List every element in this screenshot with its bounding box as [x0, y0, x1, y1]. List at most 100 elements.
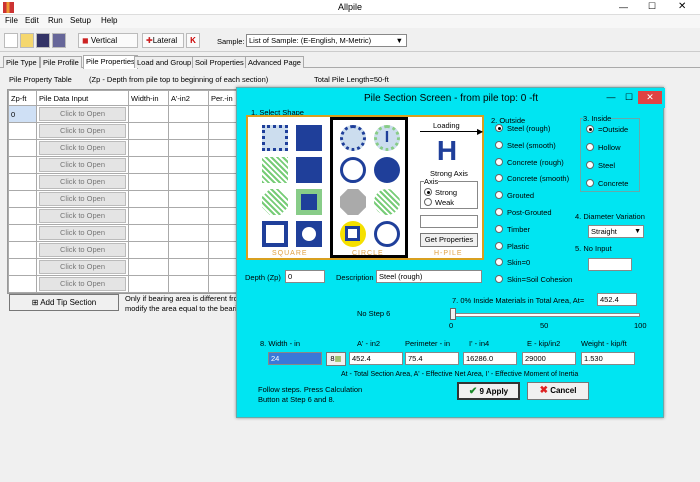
zp-cell[interactable] [8, 275, 37, 293]
table-cell[interactable] [168, 190, 209, 208]
circle-dotted-shape[interactable] [340, 125, 366, 151]
dialog-minimize-button[interactable]: — [602, 91, 620, 104]
inside-radio[interactable] [586, 161, 594, 169]
menu-run[interactable]: Run [48, 16, 63, 25]
table-cell[interactable] [168, 207, 209, 225]
outside-radio[interactable] [495, 241, 503, 250]
square-hollow-shape[interactable] [262, 221, 288, 247]
outside-radio[interactable] [495, 208, 503, 216]
outside-radio[interactable] [495, 140, 503, 149]
table-cell[interactable] [128, 241, 169, 259]
weak-radio[interactable] [424, 198, 432, 206]
table-cell[interactable] [128, 275, 169, 293]
inside-radio[interactable] [586, 125, 594, 133]
table-cell[interactable] [168, 173, 209, 191]
table-cell[interactable] [128, 122, 169, 140]
zp-cell[interactable] [8, 173, 37, 191]
print-icon[interactable] [52, 33, 66, 48]
zp-cell[interactable] [8, 139, 37, 157]
area-input[interactable]: 452.4 [349, 352, 403, 365]
description-input[interactable]: Steel (rough) [376, 270, 482, 283]
minimize-button[interactable]: — [619, 2, 628, 12]
add-tip-section-button[interactable]: ⊞ Add Tip Section [9, 294, 119, 311]
square-solid-2-shape[interactable] [296, 157, 322, 183]
open-icon[interactable] [20, 33, 34, 48]
close-button[interactable]: ✕ [678, 1, 686, 12]
circle-hatched-shape[interactable] [374, 189, 400, 215]
outside-radio[interactable] [495, 275, 503, 284]
maximize-button[interactable]: ☐ [648, 1, 656, 12]
modulus-input[interactable]: 29000 [522, 352, 576, 365]
square-circle-hole-shape[interactable] [296, 221, 322, 247]
depth-input[interactable]: 0 [285, 270, 325, 283]
circle-solid-shape[interactable] [374, 157, 400, 183]
click-to-open-button[interactable]: Click to Open [39, 260, 126, 274]
cancel-button[interactable]: ✖ Cancel [527, 382, 589, 400]
tab-load-and-group[interactable]: Load and Group [134, 56, 195, 68]
outside-radio[interactable] [495, 258, 503, 267]
zp-cell[interactable] [8, 258, 37, 276]
new-icon[interactable] [4, 33, 18, 48]
outside-radio[interactable] [495, 224, 503, 233]
square-hollow-hatched-shape[interactable] [296, 189, 322, 215]
tab-soil-properties[interactable]: Soil Properties [192, 56, 247, 68]
zp-cell[interactable] [8, 207, 37, 225]
click-to-open-button[interactable]: Click to Open [39, 175, 126, 189]
table-cell[interactable] [168, 105, 209, 123]
circle-i-section-shape[interactable]: I [374, 125, 400, 151]
table-cell[interactable] [128, 156, 169, 174]
octagon-hatched-shape[interactable] [262, 189, 288, 215]
table-cell[interactable] [128, 139, 169, 157]
outside-radio[interactable] [495, 124, 503, 132]
lateral-button[interactable]: ✚Lateral [142, 33, 184, 48]
square-solid-shape[interactable] [296, 125, 322, 151]
menu-file[interactable]: File [5, 16, 18, 25]
circle-hollow-2-shape[interactable] [374, 221, 400, 247]
click-to-open-button[interactable]: Click to Open [39, 243, 126, 257]
click-to-open-button[interactable]: Click to Open [39, 141, 126, 155]
inside-material-slider-thumb[interactable] [450, 308, 456, 320]
inertia-input[interactable]: 16286.0 [463, 352, 517, 365]
zp-cell[interactable] [8, 156, 37, 174]
menu-help[interactable]: Help [101, 16, 117, 25]
get-properties-button[interactable]: Get Properties [420, 233, 478, 247]
click-to-open-button[interactable]: Click to Open [39, 107, 126, 121]
apply-button[interactable]: ✔ 9 Apply [457, 382, 520, 400]
zp-cell[interactable]: 0 [8, 105, 37, 123]
weight-input[interactable]: 1.530 [581, 352, 635, 365]
table-cell[interactable] [168, 241, 209, 259]
table-cell[interactable] [168, 139, 209, 157]
square-dotted-shape[interactable] [262, 125, 288, 151]
dialog-maximize-button[interactable]: ☐ [620, 91, 638, 104]
tab-pile-properties[interactable]: Pile Properties [83, 55, 138, 69]
tab-pile-profile[interactable]: Pile Profile [40, 56, 82, 68]
width-input[interactable]: 24 [268, 352, 322, 365]
perimeter-input[interactable]: 75.4 [405, 352, 459, 365]
outside-radio[interactable] [495, 174, 503, 183]
table-cell[interactable] [128, 207, 169, 225]
dialog-close-button[interactable]: ✕ [638, 91, 662, 104]
table-cell[interactable] [128, 258, 169, 276]
menu-setup[interactable]: Setup [70, 16, 91, 25]
tab-pile-type[interactable]: Pile Type [3, 56, 40, 68]
total-area-input[interactable]: 452.4 [597, 293, 637, 306]
inside-radio[interactable] [586, 143, 594, 151]
outside-radio[interactable] [495, 157, 503, 166]
table-cell[interactable] [168, 224, 209, 242]
table-cell[interactable] [168, 258, 209, 276]
click-to-open-button[interactable]: Click to Open [39, 226, 126, 240]
zp-cell[interactable] [8, 190, 37, 208]
circle-hollow-shape[interactable] [340, 157, 366, 183]
strong-radio[interactable] [424, 188, 432, 196]
sample-select[interactable]: List of Sample: (E-English, M-Metric) ▼ [246, 34, 407, 47]
click-to-open-button[interactable]: Click to Open [39, 192, 126, 206]
zp-cell[interactable] [8, 122, 37, 140]
inside-radio[interactable] [586, 179, 594, 187]
table-cell[interactable] [168, 122, 209, 140]
outside-radio[interactable] [495, 191, 503, 200]
click-to-open-button[interactable]: Click to Open [39, 209, 126, 223]
zp-cell[interactable] [8, 224, 37, 242]
menu-edit[interactable]: Edit [25, 16, 39, 25]
table-cell[interactable] [168, 275, 209, 293]
table-cell[interactable] [128, 224, 169, 242]
